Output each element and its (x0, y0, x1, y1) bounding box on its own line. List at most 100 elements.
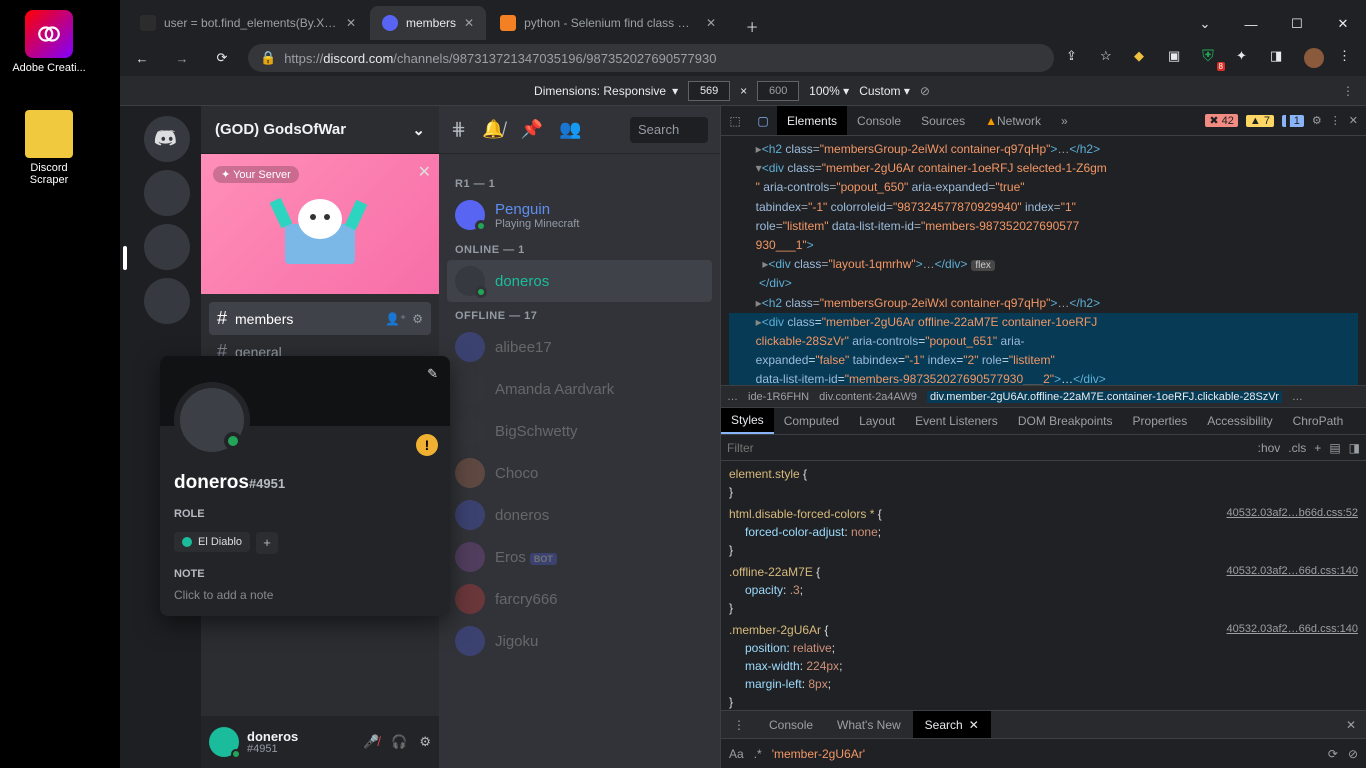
extensions-menu-icon[interactable]: ✦ (1236, 48, 1256, 68)
drawer-search-tab[interactable]: Search✕ (913, 711, 991, 738)
case-toggle[interactable]: Aa (729, 747, 744, 761)
chropath-tab[interactable]: ChroPath (1283, 408, 1354, 434)
source-link[interactable]: 40532.03af2…b66d.css:52 (1227, 505, 1359, 522)
server-icon[interactable] (144, 278, 190, 324)
close-icon[interactable]: ✕ (706, 16, 716, 30)
close-drawer-icon[interactable]: ✕ (1336, 718, 1366, 732)
source-link[interactable]: 40532.03af2…66d.css:140 (1227, 621, 1359, 638)
deafen-icon[interactable]: 🎧 (391, 734, 407, 750)
elements-tree[interactable]: ▸<h2 class="membersGroup-2eiWxl containe… (721, 136, 1366, 385)
member-list[interactable]: R1 — 1 PenguinPlaying Minecraft ONLINE —… (439, 154, 720, 768)
desktop-icon-adobe[interactable]: Adobe Creati... (10, 10, 88, 74)
crumb[interactable]: div.content-2a4AW9 (819, 391, 917, 403)
member-row[interactable]: Choco (447, 452, 712, 494)
add-role-button[interactable]: + (256, 532, 278, 554)
global-search-input[interactable] (772, 747, 1318, 761)
tab-overflow[interactable]: » (1051, 106, 1078, 135)
tab-console[interactable]: Console (847, 106, 911, 135)
profile-avatar[interactable] (1304, 48, 1324, 68)
desktop-icon-folder[interactable]: Discord Scraper (10, 110, 88, 186)
warning-badge-icon[interactable]: ! (416, 434, 438, 456)
member-row[interactable]: alibee17 (447, 326, 712, 368)
mute-icon[interactable]: 🎤̸ (363, 734, 379, 750)
sidebar-toggle-icon[interactable]: ◨ (1349, 441, 1360, 455)
crumb[interactable]: … (727, 391, 738, 403)
minimize-button[interactable]: ― (1228, 8, 1274, 40)
crumb-overflow[interactable]: … (1292, 391, 1303, 403)
styles-tab[interactable]: Styles (721, 408, 774, 434)
computed-tab[interactable]: Computed (774, 408, 849, 434)
close-window-button[interactable]: ✕ (1320, 8, 1366, 40)
browser-tab-3[interactable]: python - Selenium find class with✕ (488, 6, 728, 40)
server-icon[interactable] (144, 170, 190, 216)
dimensions-dropdown[interactable]: Dimensions: Responsive ▾ (534, 84, 678, 98)
share-icon[interactable]: ⇪ (1066, 48, 1086, 68)
maximize-button[interactable]: ☐ (1274, 8, 1320, 40)
server-banner[interactable]: ✦ Your Server ✕ (201, 154, 439, 294)
new-rule-icon[interactable]: + (1314, 441, 1321, 455)
throttle-dropdown[interactable]: Custom ▾ (859, 84, 910, 98)
chrome-menu-icon[interactable]: ⋮ (1338, 48, 1358, 68)
computed-toggle-icon[interactable]: ▤ (1329, 441, 1340, 455)
close-icon[interactable]: ✕ (464, 16, 474, 30)
hov-toggle[interactable]: :hov (1258, 441, 1281, 455)
breadcrumb[interactable]: … ide-1R6FHN div.content-2a4AW9 div.memb… (721, 385, 1366, 407)
search-input[interactable]: Search (630, 117, 708, 143)
device-mode-icon[interactable]: ▢ (749, 114, 777, 128)
inspect-icon[interactable]: ⬚ (721, 114, 749, 128)
tab-sources[interactable]: Sources (911, 106, 975, 135)
drawer-menu-icon[interactable]: ⋮ (721, 711, 757, 738)
dombp-tab[interactable]: DOM Breakpoints (1008, 408, 1123, 434)
member-row[interactable]: doneros (447, 494, 712, 536)
layout-tab[interactable]: Layout (849, 408, 905, 434)
add-user-icon[interactable]: 👤⁺ (385, 312, 406, 326)
server-icon[interactable] (144, 224, 190, 270)
close-icon[interactable]: ✕ (346, 16, 356, 30)
member-row[interactable]: PenguinPlaying Minecraft (447, 194, 712, 236)
drawer-console-tab[interactable]: Console (757, 711, 825, 738)
close-icon[interactable]: ✕ (969, 718, 979, 732)
crumb[interactable]: ide-1R6FHN (748, 391, 809, 403)
member-row[interactable]: doneros (447, 260, 712, 302)
styles-pane[interactable]: element.style {} 40532.03af2…b66d.css:52… (721, 461, 1366, 710)
cls-toggle[interactable]: .cls (1288, 441, 1306, 455)
refresh-icon[interactable]: ⟳ (1328, 747, 1338, 761)
extension-ublock-icon[interactable]: ⛨8 (1202, 48, 1222, 68)
regex-toggle[interactable]: .* (754, 747, 762, 761)
tab-network[interactable]: ▲ Network (975, 106, 1051, 135)
member-row[interactable]: BigSchwetty (447, 410, 712, 452)
extension-icon[interactable]: ◆ (1134, 48, 1154, 68)
source-link[interactable]: 40532.03af2…66d.css:140 (1227, 563, 1359, 580)
crumb[interactable]: div.member-2gU6Ar.offline-22aM7E.contain… (927, 391, 1282, 403)
bookmark-icon[interactable]: ☆ (1100, 48, 1120, 68)
error-count[interactable]: ✖ 42 (1205, 114, 1238, 127)
threads-icon[interactable]: ⋕ (451, 119, 466, 140)
back-button[interactable]: ← (128, 44, 156, 72)
members-icon[interactable]: 👥 (559, 119, 581, 140)
pins-icon[interactable]: 📌 (521, 119, 543, 140)
side-panel-icon[interactable]: ◨ (1270, 48, 1290, 68)
member-row[interactable]: Jigoku (447, 620, 712, 662)
close-icon[interactable]: ✕ (418, 162, 431, 182)
member-row[interactable]: Amanda Aardvark (447, 368, 712, 410)
omnibox[interactable]: 🔒 https://discord.com/channels/987313721… (248, 44, 1054, 72)
new-tab-button[interactable]: ＋ (738, 12, 766, 40)
member-row[interactable]: ErosBOT (447, 536, 712, 578)
browser-tab-2[interactable]: members✕ (370, 6, 486, 40)
drawer-whatsnew-tab[interactable]: What's New (825, 711, 913, 738)
settings-icon[interactable]: ⚙ (419, 734, 431, 750)
browser-tab-1[interactable]: user = bot.find_elements(By.XPAT✕ (128, 6, 368, 40)
channel-members[interactable]: #members👤⁺⚙ (209, 302, 431, 335)
listeners-tab[interactable]: Event Listeners (905, 408, 1008, 434)
device-menu-icon[interactable]: ⋮ (1342, 84, 1354, 98)
edit-icon[interactable]: ✎ (427, 366, 438, 382)
width-input[interactable] (688, 81, 730, 101)
reload-button[interactable]: ⟳ (208, 44, 236, 72)
clear-icon[interactable]: ⊘ (1348, 747, 1358, 761)
self-avatar[interactable] (209, 727, 239, 757)
styles-filter-input[interactable] (727, 441, 1250, 455)
gear-icon[interactable]: ⚙ (412, 312, 423, 326)
role-chip[interactable]: El Diablo (174, 532, 250, 552)
zoom-dropdown[interactable]: 100% ▾ (809, 84, 849, 98)
info-count[interactable]: ▌1 (1282, 115, 1304, 127)
